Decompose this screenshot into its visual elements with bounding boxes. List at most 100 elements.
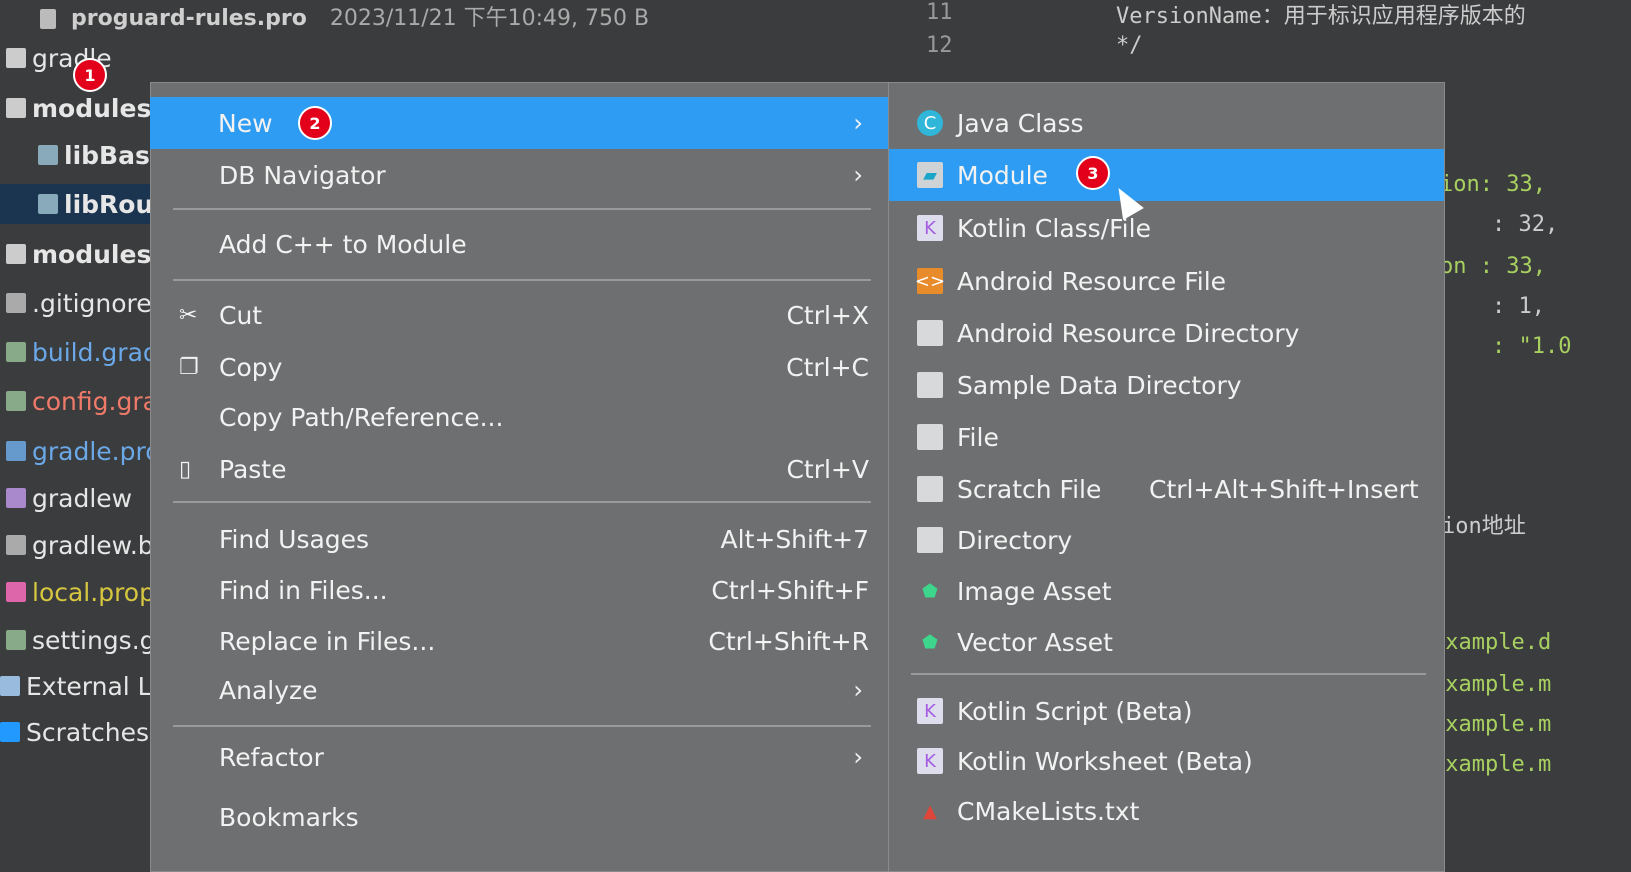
menu-item-new[interactable]: New › bbox=[150, 97, 889, 149]
tree-item[interactable]: gradle.properties bbox=[0, 431, 160, 471]
tree-item-label: config.gradle bbox=[32, 386, 160, 416]
tree-item[interactable]: .gitignore bbox=[0, 283, 160, 323]
menu-item-label: Scratch File bbox=[957, 474, 1102, 504]
tree-item[interactable]: modules bbox=[0, 88, 160, 128]
tree-item-label: libRouter bbox=[64, 189, 160, 219]
tree-item-label: gradle.properties bbox=[32, 436, 160, 466]
file-meta: 2023/11/21 下午10:49, 750 B bbox=[329, 6, 650, 31]
tree-item[interactable]: build.gradle bbox=[0, 332, 160, 372]
tree-item-label: local.properties bbox=[32, 577, 160, 607]
menu-item-db-navigator[interactable]: DB Navigator › bbox=[151, 149, 889, 201]
file-icon bbox=[38, 145, 58, 165]
chevron-right-icon: › bbox=[853, 676, 863, 704]
file-icon bbox=[6, 293, 26, 313]
tree-item[interactable]: Scratches and Consoles bbox=[0, 712, 160, 752]
submenu-item-sample-data-directory[interactable]: Sample Data Directory bbox=[889, 359, 1444, 411]
submenu-item-java-class[interactable]: C Java Class bbox=[889, 97, 1444, 149]
step-badge-3: 3 bbox=[1076, 156, 1110, 190]
submenu-item-image-asset[interactable]: ⬟ Image Asset bbox=[889, 565, 1444, 617]
menu-item-copy[interactable]: ❐ Copy Ctrl+C bbox=[151, 341, 889, 393]
file-icon bbox=[6, 391, 26, 411]
submenu-item-kotlin-worksheet-beta[interactable]: K Kotlin Worksheet (Beta) bbox=[889, 735, 1444, 787]
tree-item[interactable]: local.properties bbox=[0, 572, 160, 612]
menu-item-label: Find Usages bbox=[219, 524, 370, 554]
tree-item-label: modules bbox=[32, 93, 152, 123]
menu-item-label: Copy bbox=[219, 352, 283, 382]
clipboard-icon: ▯ bbox=[179, 456, 192, 482]
tree-item[interactable]: config.gradle bbox=[0, 381, 160, 421]
code-comment: */ bbox=[1116, 33, 1143, 58]
submenu-item-file[interactable]: File bbox=[889, 411, 1444, 463]
android-icon: ⬟ bbox=[922, 580, 938, 602]
code-fragment: : 32, bbox=[1492, 212, 1559, 237]
menu-item-label: Paste bbox=[219, 454, 287, 484]
menu-item-label: Module bbox=[957, 160, 1048, 190]
context-menu: New › DB Navigator › Add C++ to Module ✂ Cut Ct… bbox=[150, 82, 890, 872]
shortcut-label: Ctrl+X bbox=[786, 300, 869, 330]
step-badge-1: 1 bbox=[73, 58, 107, 92]
file-icon bbox=[6, 244, 26, 264]
file-icon bbox=[6, 441, 26, 461]
file-icon bbox=[6, 488, 26, 508]
code-fragment: example.m bbox=[1432, 712, 1552, 737]
tree-item[interactable]: settings.gradle bbox=[0, 620, 160, 660]
menu-item-label: Directory bbox=[957, 525, 1073, 555]
menu-item-label: Refactor bbox=[219, 742, 324, 772]
new-submenu: C Java Class ▰ Module K Kotlin Class/File <> An… bbox=[888, 82, 1445, 872]
file-info-row: proguard-rules.pro 2023/11/21 下午10:49, 7… bbox=[0, 0, 950, 31]
tree-item[interactable]: gradlew bbox=[0, 478, 160, 518]
code-fragment: ion: 33, bbox=[1440, 172, 1546, 197]
menu-item-label: Add C++ to Module bbox=[219, 229, 467, 259]
menu-item-label: Bookmarks bbox=[219, 802, 359, 832]
shortcut-label: Ctrl+Alt+Shift+Insert bbox=[1149, 474, 1419, 504]
chevron-right-icon: › bbox=[853, 161, 863, 189]
menu-item-paste[interactable]: ▯ Paste Ctrl+V bbox=[151, 443, 889, 495]
menu-item-label: DB Navigator bbox=[219, 160, 386, 190]
file-icon bbox=[40, 9, 56, 29]
menu-item-label: Java Class bbox=[957, 108, 1084, 138]
menu-separator bbox=[173, 501, 871, 503]
tree-item-label: modules bbox=[32, 239, 152, 269]
submenu-item-vector-asset[interactable]: ⬟ Vector Asset bbox=[889, 616, 1444, 668]
menu-separator bbox=[173, 279, 871, 281]
code-fragment: : 1, bbox=[1492, 294, 1545, 319]
module-icon: ▰ bbox=[917, 162, 943, 188]
file-icon bbox=[917, 424, 943, 450]
menu-item-replace-in-files[interactable]: Replace in Files... Ctrl+Shift+R bbox=[151, 615, 889, 667]
submenu-item-kotlin-class-file[interactable]: K Kotlin Class/File bbox=[889, 202, 1444, 254]
file-icon bbox=[6, 98, 26, 118]
menu-item-copy-path-reference[interactable]: Copy Path/Reference... bbox=[151, 391, 889, 443]
menu-item-find-usages[interactable]: Find Usages Alt+Shift+7 bbox=[151, 513, 889, 565]
submenu-item-cmakelists-txt[interactable]: ▲ CMakeLists.txt bbox=[889, 785, 1444, 837]
menu-item-bookmarks[interactable]: Bookmarks bbox=[151, 791, 889, 843]
submenu-item-module[interactable]: ▰ Module bbox=[889, 149, 1444, 201]
scratch-file-icon bbox=[917, 476, 943, 502]
file-icon bbox=[6, 582, 26, 602]
submenu-item-kotlin-script-beta[interactable]: K Kotlin Script (Beta) bbox=[889, 685, 1444, 737]
file-icon bbox=[6, 48, 26, 68]
file-icon bbox=[6, 535, 26, 555]
code-fragment: example.d bbox=[1432, 630, 1552, 655]
tree-item[interactable]: libRouter bbox=[0, 184, 160, 224]
kotlin-file-icon: K bbox=[917, 215, 943, 241]
shortcut-label: Ctrl+Shift+R bbox=[708, 626, 869, 656]
code-fragment: example.m bbox=[1432, 752, 1552, 777]
menu-item-label: Android Resource File bbox=[957, 266, 1227, 296]
submenu-item-android-resource-file[interactable]: <> Android Resource File bbox=[889, 255, 1444, 307]
menu-item-find-in-files[interactable]: Find in Files... Ctrl+Shift+F bbox=[151, 564, 889, 616]
menu-item-add-c-to-module[interactable]: Add C++ to Module bbox=[151, 218, 889, 270]
java-class-icon: C bbox=[917, 110, 943, 136]
menu-item-analyze[interactable]: Analyze › bbox=[151, 664, 889, 716]
menu-item-refactor[interactable]: Refactor › bbox=[151, 731, 889, 783]
tree-item[interactable]: libBase bbox=[0, 135, 160, 175]
submenu-item-android-resource-directory[interactable]: Android Resource Directory bbox=[889, 307, 1444, 359]
menu-separator bbox=[911, 673, 1426, 675]
submenu-item-scratch-file[interactable]: Scratch File Ctrl+Alt+Shift+Insert bbox=[889, 463, 1444, 515]
tree-item[interactable]: modules bbox=[0, 234, 160, 274]
menu-item-cut[interactable]: ✂ Cut Ctrl+X bbox=[151, 289, 889, 341]
tree-item[interactable]: External Libraries bbox=[0, 666, 160, 706]
submenu-item-directory[interactable]: Directory bbox=[889, 514, 1444, 566]
tree-item[interactable]: gradlew.bat bbox=[0, 525, 160, 565]
menu-item-label: Find in Files... bbox=[219, 575, 388, 605]
tree-item-label: settings.gradle bbox=[32, 625, 160, 655]
